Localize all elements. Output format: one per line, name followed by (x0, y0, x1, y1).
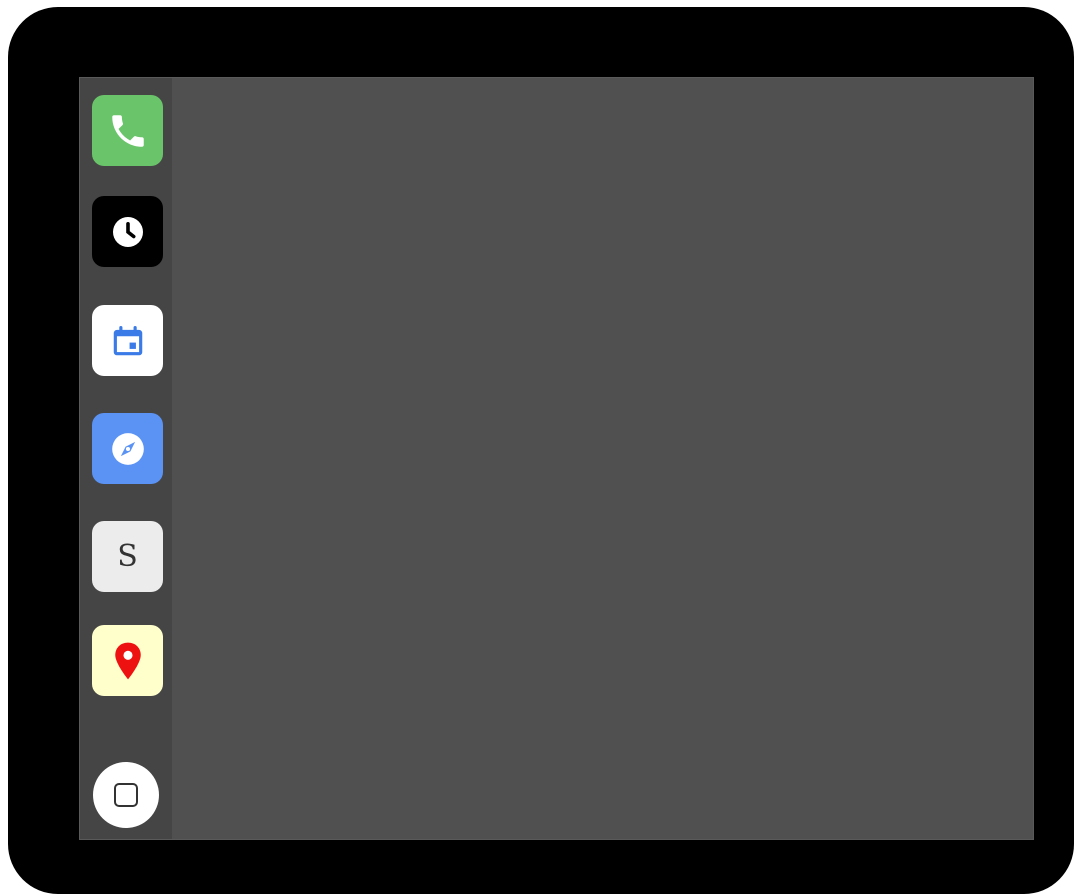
calendar-app-button[interactable] (92, 305, 163, 376)
home-square-icon (114, 783, 138, 807)
device-bezel: S (8, 7, 1074, 894)
letter-s-icon: S (117, 538, 138, 574)
screen: S (79, 77, 1034, 840)
compass-icon (111, 432, 144, 465)
maps-app-button[interactable] (92, 625, 163, 696)
phone-app-button[interactable] (92, 95, 163, 166)
clock-app-button[interactable] (92, 196, 163, 267)
main-content-area (172, 78, 1033, 839)
phone-icon (111, 114, 144, 147)
s-app-button[interactable]: S (92, 521, 163, 592)
calendar-icon (113, 325, 142, 355)
map-pin-icon (114, 642, 141, 679)
clock-icon (112, 216, 143, 247)
app-dock: S (80, 78, 172, 839)
home-button[interactable] (93, 762, 159, 828)
browser-app-button[interactable] (92, 413, 163, 484)
